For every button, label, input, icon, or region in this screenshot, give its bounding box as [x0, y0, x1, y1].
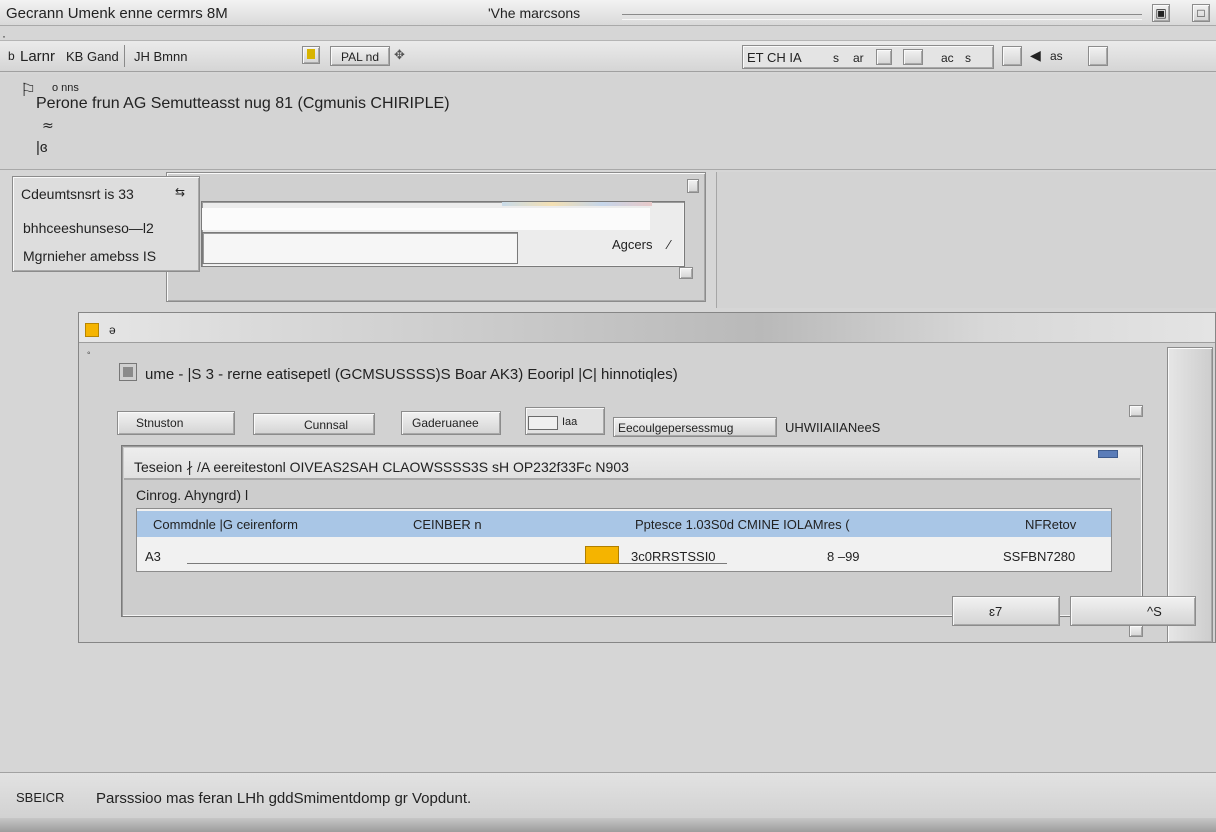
side-panel-row-1[interactable]: Cdeumtsnsrt is 33: [21, 187, 134, 201]
right-group-item-2[interactable]: ar: [853, 52, 864, 64]
upper-field-box: Agcers ⁄: [201, 201, 685, 267]
table-header-cell-4: NFRetov: [1025, 517, 1077, 532]
dialog-checkbox[interactable]: [119, 363, 137, 381]
status-bar: SBEICR Parsssioo mas feran LHh gddSmimen…: [0, 772, 1216, 818]
upper-field-caret: ⁄: [668, 237, 671, 252]
dialog-button-2-label: Cunnsal: [304, 418, 349, 432]
dialog-tail-label: UHWIIAIIANeeS: [785, 420, 881, 435]
dialog-corner-mark: ◦: [87, 348, 91, 359]
info-line-bar: Teseion ∤ /A eereitestonl OIVEAS2SAH CLA…: [124, 448, 1140, 480]
dialog-button-2[interactable]: Cunnsal: [253, 413, 375, 435]
data-table: Commdnle |G ceirenform CEINBER n Pptesce…: [136, 508, 1112, 572]
dialog-title-bar: ə: [79, 313, 1215, 343]
upper-field-label: Agcers: [612, 237, 653, 252]
bottom-edge: [0, 818, 1216, 832]
upper-field-ruler: [502, 202, 652, 206]
title-divider: [622, 14, 1142, 20]
window-center-title: 'Vhe marcsons: [488, 5, 581, 21]
document-icon: [307, 49, 315, 59]
dialog-tab-label: Iaa: [562, 416, 578, 428]
menu-item-1[interactable]: Larnr: [20, 49, 55, 64]
side-panel-row-3[interactable]: Mgrnieher amebss IS: [23, 249, 156, 263]
upper-field-input[interactable]: [202, 208, 650, 230]
dialog-content-frame: Teseion ∤ /A eereitestonl OIVEAS2SAH CLA…: [121, 445, 1196, 626]
footer-button-1-label: ɛ7: [989, 604, 1003, 619]
right-group-button-1[interactable]: [876, 49, 892, 65]
dialog-window: ə ◦ ume - |S 3 - rerne eatisepetl (GCMSU…: [78, 312, 1216, 643]
pal-button-label: PAL nd: [341, 50, 380, 64]
footer-button-2[interactable]: ^S: [1070, 596, 1196, 626]
dialog-button-3[interactable]: Gaderuanee: [401, 411, 501, 435]
pointer-icon: ✥: [394, 48, 405, 63]
right-group-item-5[interactable]: as: [1050, 50, 1063, 62]
table-cell-2: 3c0RRSTSSI0: [631, 549, 716, 564]
table-cell-3: 8 –99: [827, 549, 860, 564]
upper-scroll-down[interactable]: [679, 267, 693, 279]
status-text: Parsssioo mas feran LHh gddSmimentdomp g…: [96, 790, 472, 807]
restore-button[interactable]: ▣: [1152, 4, 1170, 22]
dialog-app-icon: [85, 323, 99, 337]
table-cell-4: SSFBN7280: [1003, 549, 1076, 564]
side-panel: Cdeumtsnsrt is 33 ⇆ bhhceeshunseso—l2 Mg…: [12, 176, 200, 272]
menu-item-3[interactable]: JH Bmnn: [134, 50, 187, 63]
dialog-wide-button[interactable]: Eecoulgepersessmug: [613, 417, 777, 437]
side-panel-toggle-icon[interactable]: ⇆: [175, 185, 185, 199]
right-group-item-4[interactable]: s: [965, 52, 971, 64]
upper-field-input-2[interactable]: [202, 232, 518, 264]
info-marker-icon: ≈: [42, 118, 54, 134]
table-row[interactable]: A3 3c0RRSTSSI0 8 –99 SSFBN7280: [137, 541, 1111, 569]
side-panel-row-2[interactable]: bhhceeshunseso—l2: [23, 221, 154, 235]
back-arrow-icon[interactable]: ◀: [1030, 48, 1041, 64]
right-group-button-2[interactable]: [903, 49, 923, 65]
toolbar-right-group: ET CH IA s ar ac s: [742, 45, 994, 69]
table-header-cell-1: Commdnle |G ceirenform: [153, 517, 298, 532]
table-header-cell-3: Pptesce 1.03S0d CMINE IOLAMres (: [635, 517, 850, 532]
right-empty-pane: [716, 172, 1216, 308]
footer-button-2-label: ^S: [1147, 604, 1162, 619]
table-header-row[interactable]: Commdnle |G ceirenform CEINBER n Pptesce…: [137, 511, 1111, 537]
dialog-button-3-label: Gaderuanee: [412, 416, 479, 430]
dialog-wide-button-label: Eecoulgepersessmug: [618, 421, 734, 435]
pal-button[interactable]: PAL nd: [330, 46, 390, 66]
toolbar-panel-button[interactable]: [1088, 46, 1108, 66]
info-line-text: Teseion ∤ /A eereitestonl OIVEAS2SAH CLA…: [134, 459, 629, 475]
status-left-label: SBEICR: [16, 790, 65, 805]
footer-button-1[interactable]: ɛ7: [952, 596, 1060, 626]
window-title: Gecrann Umenk enne cermrs 8M: [6, 5, 228, 22]
dialog-header-line: ume - |S 3 - rerne eatisepetl (GCMSUSSSS…: [145, 366, 678, 383]
dialog-checkbox-fill: [123, 367, 133, 377]
info-line-indicator: [1098, 450, 1118, 458]
pin-icon: ⚐: [20, 80, 37, 101]
dialog-button-1[interactable]: Stnuston: [117, 411, 235, 435]
dialog-scroll-down[interactable]: [1129, 625, 1143, 637]
menu-item-2[interactable]: KB Gand: [66, 50, 119, 63]
maximize-button[interactable]: □: [1192, 4, 1210, 22]
title-bar: Gecrann Umenk enne cermrs 8M 'Vhe marcso…: [0, 0, 1216, 26]
right-group-item-3[interactable]: ac: [941, 52, 954, 64]
toolbar-first-item[interactable]: b: [8, 50, 15, 62]
dialog-tab-box[interactable]: Iaa: [525, 407, 605, 435]
dialog-scroll-up[interactable]: [1129, 405, 1143, 417]
info-sub-icon: |ɞ: [36, 139, 48, 156]
right-group-label[interactable]: ET CH IA: [747, 51, 802, 64]
dialog-title-mark: ə: [109, 323, 116, 337]
info-band: ⚐ o nns Perone frun AG Semutteasst nug 8…: [0, 74, 1216, 170]
group-label: Cinrog. Ahyngrd) l: [136, 487, 249, 503]
info-title: Perone frun AG Semutteasst nug 81 (Cgmun…: [36, 95, 450, 112]
dialog-tab-swatch: [528, 416, 558, 430]
table-header-cell-2: CEINBER n: [413, 517, 482, 532]
upper-panel: Agcers ⁄: [166, 172, 706, 302]
toolbar: b Larnr KB Gand JH Bmnn PAL nd ✥ ET CH I…: [0, 40, 1216, 72]
upper-scroll-up[interactable]: [687, 179, 699, 193]
table-cell-1: A3: [145, 549, 161, 564]
dialog-button-1-label: Stnuston: [136, 416, 184, 430]
status-badge: [585, 546, 619, 564]
info-small-label: o nns: [52, 82, 79, 94]
toolbar-separator: [124, 45, 125, 67]
toolbar-icon-button[interactable]: [302, 46, 320, 64]
right-group-item-1[interactable]: s: [833, 52, 839, 64]
toolbar-square-button[interactable]: [1002, 46, 1022, 66]
